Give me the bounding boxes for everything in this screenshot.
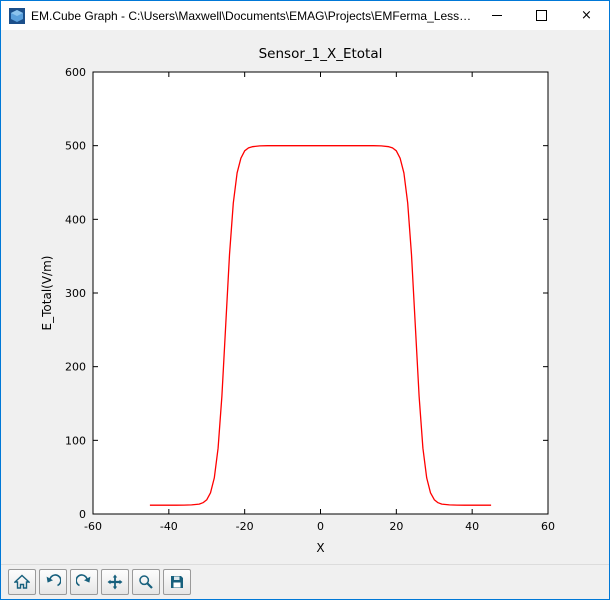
x-tick-label: -60	[84, 520, 102, 533]
titlebar: EM.Cube Graph - C:\Users\Maxwell\Documen…	[1, 1, 609, 30]
zoom-button[interactable]	[132, 569, 160, 595]
maximize-icon	[536, 10, 547, 21]
home-icon	[14, 574, 30, 589]
app-icon	[9, 7, 25, 24]
y-tick-label: 500	[65, 140, 86, 153]
window-title: EM.Cube Graph - C:\Users\Maxwell\Documen…	[31, 8, 474, 23]
chart-title: Sensor_1_X_Etotal	[259, 46, 383, 62]
close-icon: ×	[581, 8, 592, 23]
y-axis-label: E_Total(V/m)	[40, 256, 54, 331]
x-tick-label: 0	[317, 520, 324, 533]
y-tick-label: 100	[65, 434, 86, 447]
app-window: EM.Cube Graph - C:\Users\Maxwell\Documen…	[0, 0, 610, 600]
close-button[interactable]: ×	[564, 1, 609, 30]
save-button[interactable]	[163, 569, 191, 595]
minimize-icon	[491, 15, 502, 16]
x-tick-label: -20	[236, 520, 254, 533]
pan-button[interactable]	[101, 569, 129, 595]
move-icon	[107, 574, 123, 590]
y-tick-label: 200	[65, 361, 86, 374]
x-tick-label: 40	[465, 520, 479, 533]
back-arrow-icon	[46, 574, 61, 587]
plot-toolbar	[1, 564, 609, 599]
y-tick-label: 0	[79, 508, 86, 521]
x-axis-label: X	[316, 541, 324, 555]
back-button[interactable]	[39, 569, 67, 595]
x-tick-label: 60	[541, 520, 555, 533]
forward-button[interactable]	[70, 569, 98, 595]
axes-frame	[92, 71, 549, 515]
plot-canvas[interactable]: -60 -40 -20 0 20 40 600100200300400500600Senso…	[29, 38, 577, 562]
y-tick-label: 300	[65, 287, 86, 300]
y-tick-label: 400	[65, 213, 86, 226]
save-icon	[171, 576, 183, 588]
window-controls: ×	[474, 1, 609, 30]
home-button[interactable]	[8, 569, 36, 595]
y-tick-label: 600	[65, 66, 86, 79]
maximize-button[interactable]	[519, 1, 564, 30]
figure-area: -60 -40 -20 0 20 40 60 0 100 200 300 400 500 600 Senso…	[1, 30, 609, 564]
magnifier-icon	[139, 575, 153, 589]
x-tick-label: -40	[160, 520, 178, 533]
minimize-button[interactable]	[474, 1, 519, 30]
forward-arrow-icon	[76, 574, 91, 587]
x-tick-label: 20	[389, 520, 403, 533]
